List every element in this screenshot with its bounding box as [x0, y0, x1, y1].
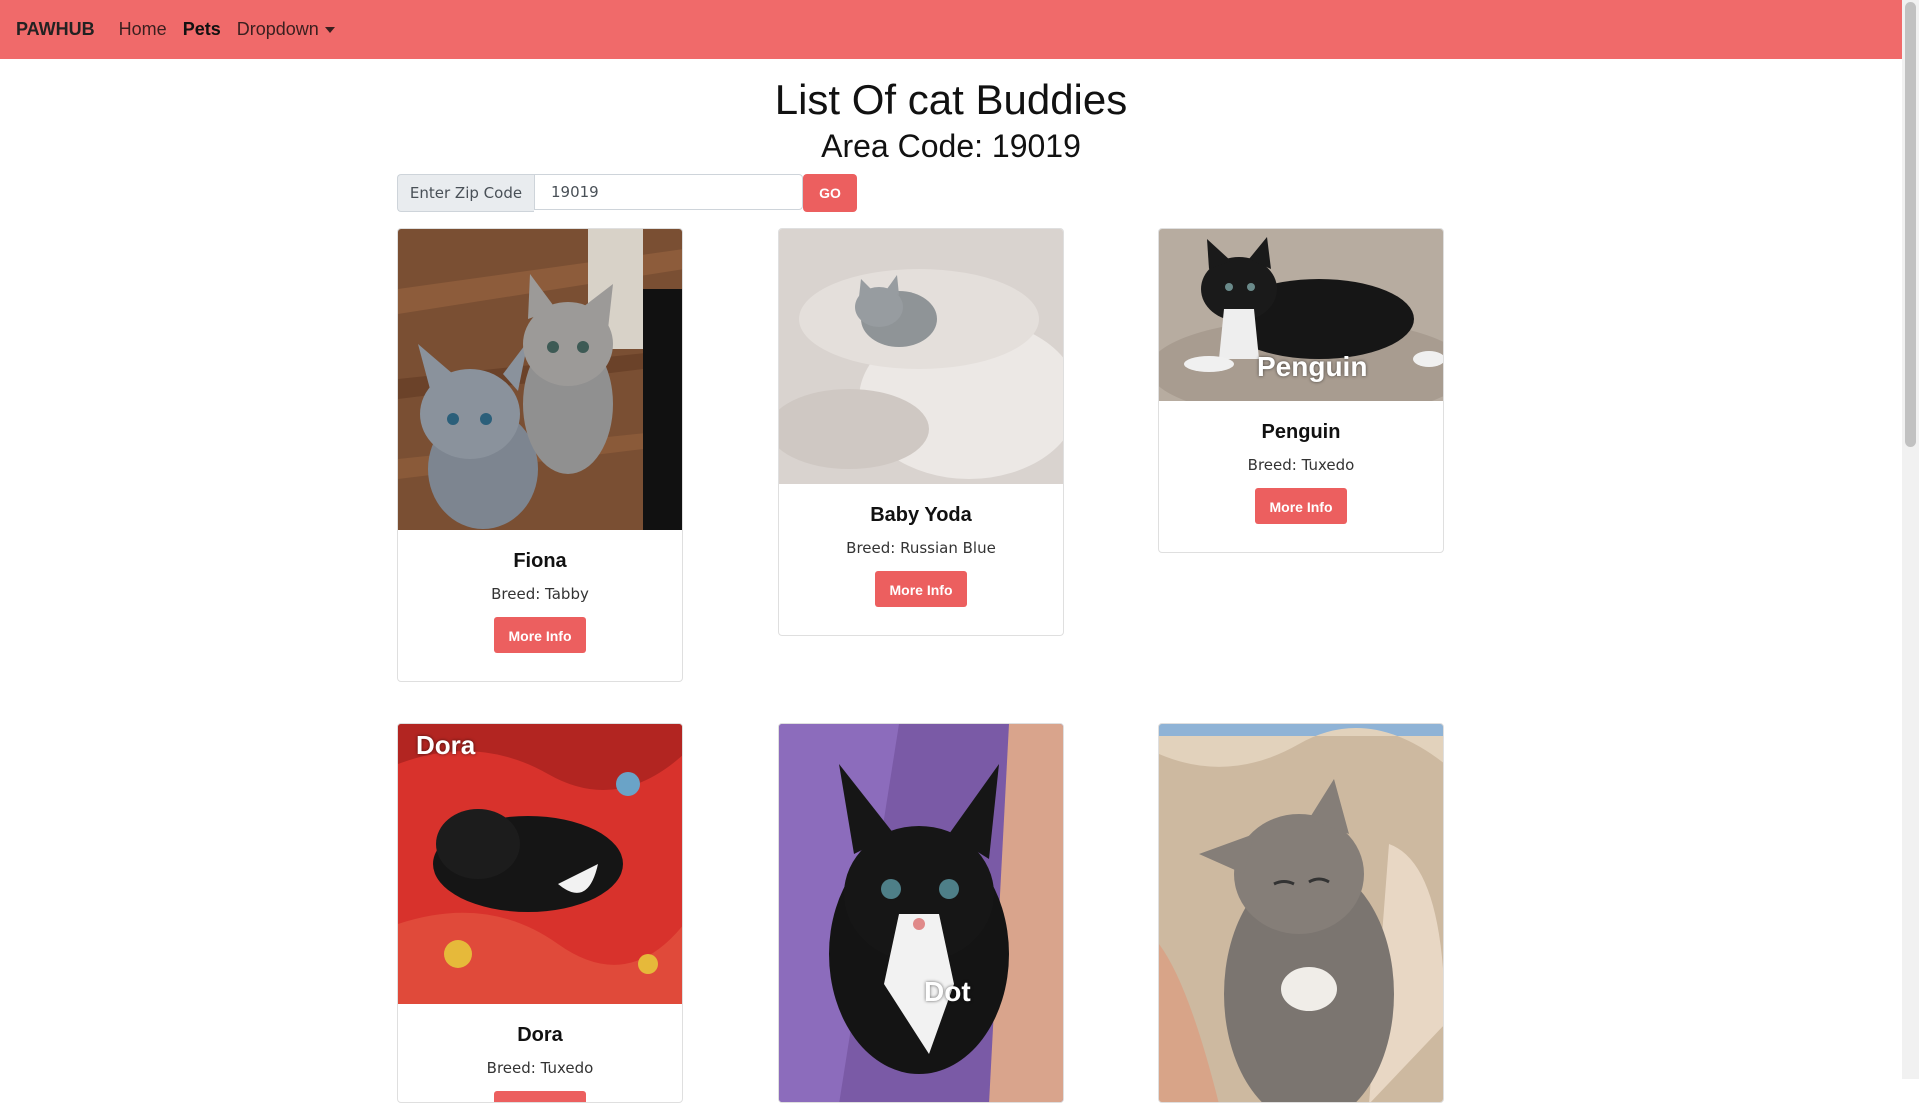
pet-card-penguin: Penguin Penguin Breed: Tuxedo More Info	[1158, 228, 1444, 553]
scrollbar[interactable]	[1902, 0, 1919, 1079]
pet-card-baby-yoda: Baby Yoda Breed: Russian Blue More Info	[778, 228, 1064, 636]
pet-breed: Breed: Russian Blue	[846, 539, 996, 557]
zip-input[interactable]	[534, 174, 803, 210]
area-code-heading: Area Code: 19019	[821, 128, 1081, 164]
pet-card-fiona: Fiona Breed: Tabby More Info	[397, 228, 683, 682]
page-title: List Of cat Buddies	[774, 76, 1128, 123]
pet-name: Baby Yoda	[870, 504, 972, 526]
pet-card-gray-tabby	[1158, 723, 1444, 1103]
nav-item-pets[interactable]: Pets	[183, 19, 221, 40]
more-info-button[interactable]: More Info	[494, 1091, 586, 1102]
pet-photo: Dora	[398, 724, 682, 1004]
zip-label: Enter Zip Code	[397, 174, 534, 212]
pet-photo: Dot	[779, 724, 1063, 1102]
navbar: PAWHUB Home Pets Dropdown	[0, 0, 1902, 59]
card-body: Penguin Breed: Tuxedo More Info	[1159, 401, 1443, 544]
pet-name: Dora	[517, 1024, 563, 1046]
brand-logo[interactable]: PAWHUB	[16, 19, 95, 40]
zip-search-form: Enter Zip Code GO	[397, 174, 857, 212]
nav-item-home[interactable]: Home	[119, 19, 167, 40]
pet-breed: Breed: Tabby	[491, 585, 589, 603]
nav-item-dropdown-label: Dropdown	[236, 19, 319, 39]
scrollbar-thumb[interactable]	[1905, 2, 1916, 447]
pet-name: Penguin	[1261, 421, 1341, 443]
card-body: Fiona Breed: Tabby More Info	[398, 530, 682, 673]
pet-photo: Penguin	[1159, 229, 1443, 401]
nav-item-dropdown[interactable]: Dropdown	[237, 19, 335, 40]
pet-photo	[1159, 724, 1443, 1102]
more-info-button[interactable]: More Info	[1255, 488, 1347, 524]
pet-breed: Breed: Tuxedo	[486, 1059, 594, 1077]
pet-card-dot: Dot	[778, 723, 1064, 1103]
go-button[interactable]: GO	[803, 174, 857, 212]
pet-card-dora: Dora Dora Breed: Tuxedo More Info	[397, 723, 683, 1103]
chevron-down-icon	[324, 27, 335, 34]
card-body: Dora Breed: Tuxedo More Info	[398, 1004, 682, 1102]
card-body: Baby Yoda Breed: Russian Blue More Info	[779, 484, 1063, 627]
photo-caption: Dora	[416, 730, 476, 760]
more-info-button[interactable]: More Info	[875, 571, 967, 607]
photo-caption: Penguin	[1257, 351, 1368, 382]
pet-breed: Breed: Tuxedo	[1247, 456, 1355, 474]
more-info-button[interactable]: More Info	[494, 617, 586, 653]
pet-photo	[779, 229, 1063, 484]
pet-name: Fiona	[513, 550, 567, 572]
photo-caption: Dot	[924, 976, 971, 1007]
pet-photo	[398, 229, 682, 530]
